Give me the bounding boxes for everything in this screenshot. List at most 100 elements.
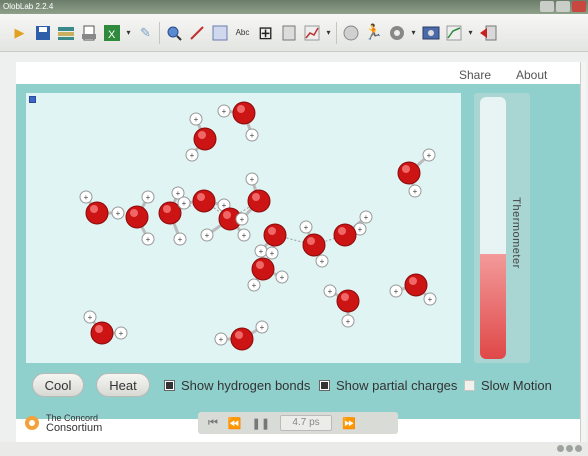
water-molecule[interactable]: ++ [323, 284, 360, 328]
oxygen-atom [230, 327, 254, 351]
water-molecule[interactable]: ++ [247, 257, 289, 292]
graph-icon[interactable] [302, 23, 321, 43]
partial-charge-plus: + [116, 209, 121, 218]
simulation-frame: + + + + + + + + + + + + + + + + + + + + + + + + + + + + + + + + + + Therm… [16, 84, 582, 419]
disk-icon[interactable] [341, 23, 360, 43]
oxygen-highlight [237, 105, 245, 113]
exit-icon[interactable] [478, 23, 497, 43]
checkbox-box[interactable] [164, 380, 175, 391]
status-dot [557, 445, 564, 452]
camera-icon[interactable] [421, 23, 440, 43]
stack-icon[interactable] [56, 23, 75, 43]
slow-motion-checkbox[interactable]: Slow Motion [464, 378, 552, 393]
molecule-canvas: +++++++++++ ++ ++++ +++++++++++++++++ [79, 101, 437, 351]
dropdown-arrow-icon[interactable]: ▾ [325, 23, 332, 43]
partial-charge-plus: + [88, 313, 93, 322]
checkbox-box[interactable] [319, 380, 330, 391]
reset-icon[interactable]: ⏮ [208, 417, 218, 430]
heat-button[interactable]: Heat [96, 373, 150, 397]
about-link[interactable]: About [516, 68, 547, 82]
oxygen-highlight [252, 193, 260, 201]
thermometer-fill [480, 254, 506, 359]
partial-charge-plus: + [146, 193, 151, 202]
oxygen-atom [336, 289, 360, 313]
partial-charge-plus: + [250, 175, 255, 184]
vertical-scrollbar[interactable] [580, 62, 586, 442]
water-molecule[interactable]: ++ [79, 190, 125, 225]
panel-topbar: Share About [16, 62, 582, 84]
share-link[interactable]: Share [459, 68, 491, 82]
oxygen-highlight [130, 209, 138, 217]
partial-charges-checkbox[interactable]: Show partial charges [319, 378, 457, 393]
dropdown-arrow-icon[interactable]: ▾ [410, 23, 417, 43]
partial-charge-plus: + [428, 295, 433, 304]
water-molecule[interactable]: ++ [217, 101, 259, 142]
water-molecule[interactable]: ++ [299, 220, 329, 268]
excel-icon[interactable]: X [102, 23, 121, 43]
oxygen-highlight [341, 293, 349, 301]
water-molecule[interactable]: ++ [214, 320, 269, 351]
oxygen-atom [193, 127, 217, 151]
water-molecule[interactable]: ++ [397, 148, 436, 198]
chart2-icon[interactable] [444, 23, 463, 43]
hydrogen-bonds-checkbox[interactable]: Show hydrogen bonds [164, 378, 310, 393]
oxygen-atom [333, 223, 357, 247]
runner-icon[interactable]: 🏃 [364, 23, 383, 43]
title-bar: OlobLab 2.2.4 [0, 0, 588, 14]
crop-icon[interactable]: ⊞ [256, 23, 275, 43]
partial-charge-plus: + [252, 281, 257, 290]
footer: The Concord Consortium ⏮ ⏪ ❚❚ 4.7 ps ⏩ [16, 407, 582, 442]
eraser-icon[interactable]: ✎ [136, 23, 155, 43]
water-molecule[interactable]: ++ [185, 112, 217, 162]
grid-icon[interactable] [210, 23, 229, 43]
step-forward-icon[interactable]: ⏩ [342, 417, 356, 430]
water-molecule[interactable]: ++ [158, 186, 187, 246]
simulation-panel: Share About + + + + + + + + + + + + + + + + + + + + + + + + + + + +… [16, 62, 582, 442]
open-icon[interactable]: ▶ [10, 23, 29, 43]
partial-charge-plus: + [364, 213, 369, 222]
thermometer-tube [480, 97, 506, 359]
oxygen-atom [397, 161, 421, 185]
print-icon[interactable] [79, 23, 98, 43]
toolbar: ▶ X ▾ ✎ Abc ⊞ ▾ 🏃 ▾ ▾ [0, 14, 588, 52]
toolbar-separator [336, 21, 337, 44]
zoom-icon[interactable] [164, 23, 183, 43]
settings-icon[interactable] [387, 23, 406, 43]
water-molecule[interactable]: ++ [177, 189, 231, 213]
oxygen-highlight [409, 277, 417, 285]
logo-line2: Consortium [46, 422, 103, 434]
partial-charge-plus: + [178, 235, 183, 244]
notes-icon[interactable] [279, 23, 298, 43]
oxygen-highlight [256, 261, 264, 269]
cool-button[interactable]: Cool [32, 373, 84, 397]
partial-charge-plus: + [146, 235, 151, 244]
status-bar [0, 442, 588, 456]
water-molecule[interactable]: ++ [333, 210, 373, 247]
oxygen-highlight [338, 227, 346, 235]
step-back-icon[interactable]: ⏪ [228, 417, 242, 430]
spellcheck-icon[interactable]: Abc [233, 23, 252, 43]
status-indicators [557, 445, 582, 452]
partial-charge-plus: + [328, 287, 333, 296]
minimize-button[interactable] [540, 1, 554, 12]
partial-charge-plus: + [194, 115, 199, 124]
water-molecule[interactable]: ++ [254, 223, 287, 260]
thermometer: Thermometer [474, 93, 530, 363]
oxygen-atom [251, 257, 275, 281]
partial-charge-plus: + [280, 273, 285, 282]
water-molecule[interactable]: ++ [125, 190, 155, 246]
save-icon[interactable] [33, 23, 52, 43]
dropdown-arrow-icon[interactable]: ▾ [125, 23, 132, 43]
thermometer-label: Thermometer [510, 197, 522, 269]
dropdown-arrow-icon[interactable]: ▾ [467, 23, 474, 43]
water-molecule[interactable]: ++ [83, 310, 128, 345]
chart-icon[interactable] [187, 23, 206, 43]
pause-icon[interactable]: ❚❚ [252, 417, 270, 430]
checkbox-box[interactable] [464, 380, 475, 391]
maximize-button[interactable] [556, 1, 570, 12]
water-molecule[interactable]: ++ [389, 273, 437, 306]
water-molecule[interactable]: ++ [235, 172, 271, 226]
close-button[interactable] [572, 1, 586, 12]
partial-charge-plus: + [119, 329, 124, 338]
molecule-view[interactable]: + + + + + + + + + + + + + + + + + + + + + + + + + + + + + + + + + + [26, 93, 461, 363]
